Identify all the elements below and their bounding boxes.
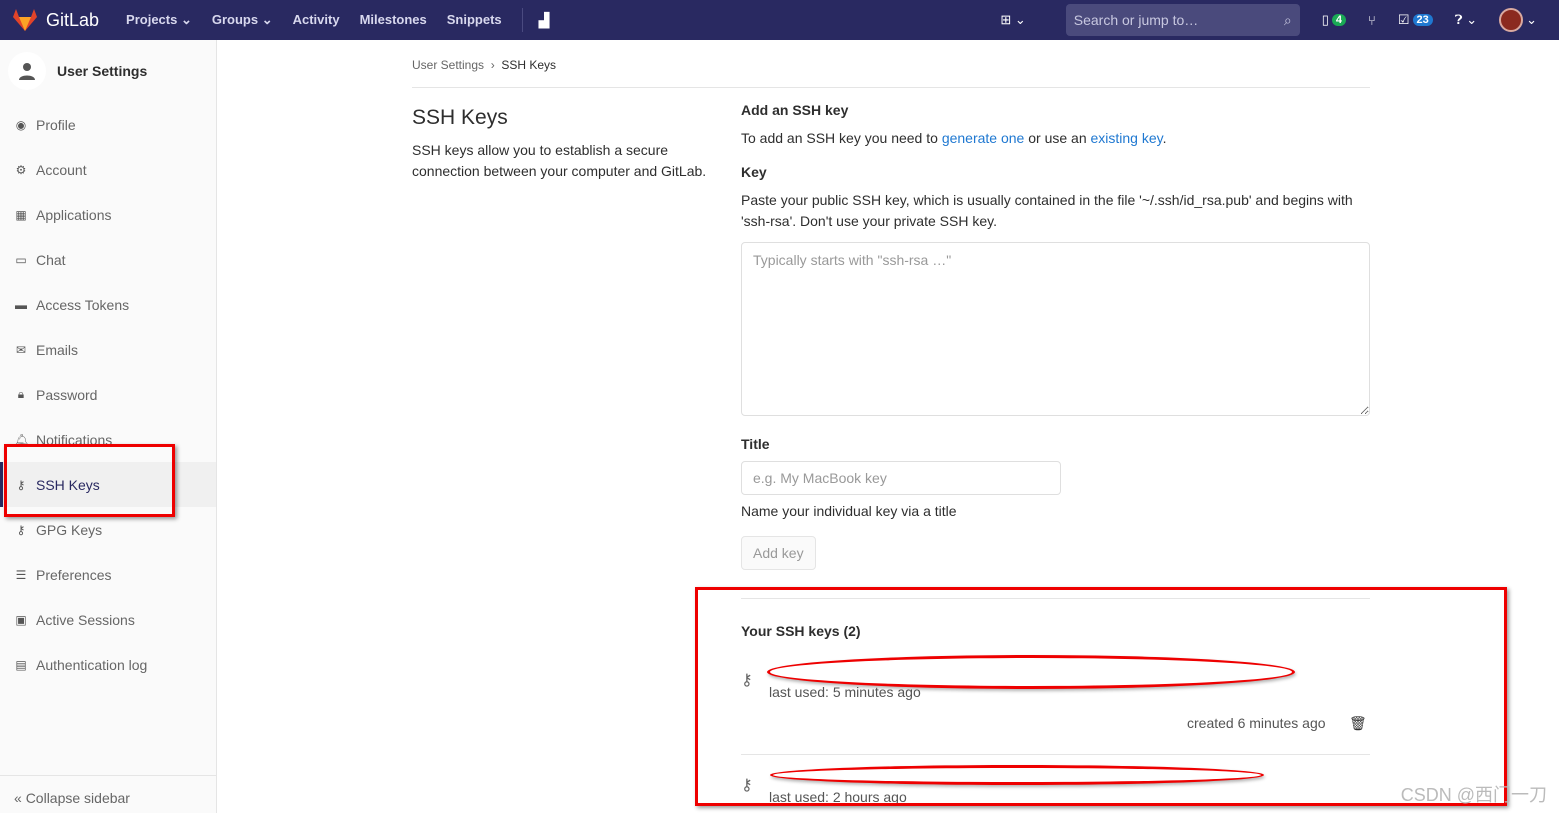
nav-milestones[interactable]: Milestones <box>360 12 427 28</box>
todos-button[interactable]: ☑ 23 <box>1398 12 1433 28</box>
sidebar-item-authentication-log[interactable]: ▤ Authentication log <box>0 642 216 687</box>
nav-divider <box>521 8 523 32</box>
nav-activity[interactable]: Activity <box>293 12 340 28</box>
help-icon[interactable]: ❓︎ ⌄ <box>1455 12 1477 28</box>
breadcrumb-parent[interactable]: User Settings <box>412 58 484 72</box>
issues-button[interactable]: ▯ 4 <box>1322 12 1347 28</box>
chart-icon[interactable]: ▟ <box>539 12 550 29</box>
merge-requests-icon[interactable]: ⑂ <box>1368 13 1376 28</box>
add-key-heading: Add an SSH key <box>741 102 849 118</box>
brand-name: GitLab <box>46 9 100 30</box>
avatar <box>1499 8 1524 32</box>
sidebar-item-applications[interactable]: ▦ Applications <box>0 192 216 237</box>
key-help: Paste your public SSH key, which is usua… <box>741 192 1353 229</box>
sidebar-item-label: GPG Keys <box>36 521 103 538</box>
sidebar: User Settings ◉ Profile ⚙ Account ▦ Applicati… <box>0 40 217 813</box>
sidebar-icon: ⚷ <box>16 522 26 537</box>
sidebar-item-emails[interactable]: ✉ Emails <box>0 327 216 372</box>
sidebar-icon: ⚙ <box>15 162 27 177</box>
nav-groups[interactable]: Groups ⌄ <box>212 12 273 28</box>
sidebar-item-label: Active Sessions <box>36 611 135 628</box>
sidebar-item-label: Access Tokens <box>36 296 130 313</box>
sidebar-title: User Settings <box>57 63 148 79</box>
sidebar-header[interactable]: User Settings <box>0 40 216 102</box>
sidebar-item-label: Authentication log <box>36 656 148 673</box>
collapse-label: Collapse sidebar <box>25 790 130 806</box>
title-label: Title <box>741 436 770 452</box>
top-navbar: GitLab Projects ⌄ Groups ⌄ Activity Mile… <box>0 0 1559 40</box>
sidebar-item-label: Profile <box>36 116 76 133</box>
sidebar-icon: ▬ <box>15 297 27 312</box>
divider <box>412 87 1370 88</box>
sidebar-icon: ▤ <box>15 657 27 672</box>
sidebar-icon: ▦ <box>15 207 27 222</box>
key-label: Key <box>741 164 767 180</box>
sidebar-item-label: Emails <box>36 341 79 358</box>
issues-badge: 4 <box>1331 14 1347 26</box>
add-key-button[interactable]: Add key <box>741 536 816 570</box>
todos-badge: 23 <box>1412 14 1433 26</box>
nav-snippets[interactable]: Snippets <box>447 12 502 28</box>
redaction-ellipse <box>770 765 1264 785</box>
user-avatar-menu[interactable]: ⌄ <box>1499 8 1537 32</box>
gitlab-logo[interactable]: GitLab <box>12 8 99 32</box>
page-description: SSH keys allow you to establish a secure… <box>412 142 707 179</box>
sidebar-item-label: Password <box>36 386 98 403</box>
sidebar-item-access-tokens[interactable]: ▬ Access Tokens <box>0 282 216 327</box>
sidebar-icon: ✉ <box>15 342 27 357</box>
search-placeholder: Search or jump to… <box>1073 12 1199 28</box>
title-help: Name your individual key via a title <box>741 503 957 519</box>
sidebar-item-label: Account <box>36 161 87 178</box>
breadcrumb-current: SSH Keys <box>501 58 557 72</box>
annotation-box <box>4 444 175 517</box>
gitlab-fox-icon <box>13 9 37 31</box>
sidebar-item-label: Applications <box>36 206 112 223</box>
sidebar-item-password[interactable]: 🔒︎ Password <box>0 372 216 417</box>
sidebar-item-preferences[interactable]: ☰ Preferences <box>0 552 216 597</box>
sidebar-item-label: Preferences <box>36 566 112 583</box>
new-menu-icon[interactable]: ⊞ ⌄ <box>1000 12 1025 28</box>
search-icon: ⌕ <box>1283 11 1292 28</box>
page-title: SSH Keys <box>412 106 508 129</box>
redaction-ellipse <box>767 655 1295 689</box>
sidebar-item-chat[interactable]: ▭ Chat <box>0 237 216 282</box>
breadcrumb: User Settings › SSH Keys <box>412 58 557 72</box>
collapse-sidebar-button[interactable]: « Collapse sidebar <box>0 775 216 813</box>
search-input[interactable]: Search or jump to… ⌕ <box>1065 4 1300 36</box>
watermark: CSDN @西门一刀 <box>1400 785 1547 805</box>
sidebar-icon: ▣ <box>15 612 27 627</box>
add-key-intro: To add an SSH key you need to generate o… <box>741 130 1167 146</box>
nav-projects[interactable]: Projects ⌄ <box>126 12 192 28</box>
sidebar-item-active-sessions[interactable]: ▣ Active Sessions <box>0 597 216 642</box>
user-icon <box>8 52 46 90</box>
title-input[interactable] <box>741 461 1061 495</box>
key-textarea[interactable] <box>741 242 1370 416</box>
sidebar-icon: ☰ <box>15 567 27 582</box>
existing-key-link[interactable]: existing key <box>1091 130 1163 146</box>
sidebar-item-label: Chat <box>36 251 66 268</box>
sidebar-icon: ◉ <box>15 117 27 132</box>
generate-one-link[interactable]: generate one <box>942 130 1025 146</box>
sidebar-item-profile[interactable]: ◉ Profile <box>0 102 216 147</box>
add-key-form: Add an SSH key To add an SSH key you nee… <box>741 102 1370 570</box>
sidebar-icon: 🔒︎ <box>17 387 25 401</box>
sidebar-item-account[interactable]: ⚙ Account <box>0 147 216 192</box>
sidebar-icon: ▭ <box>15 252 27 267</box>
